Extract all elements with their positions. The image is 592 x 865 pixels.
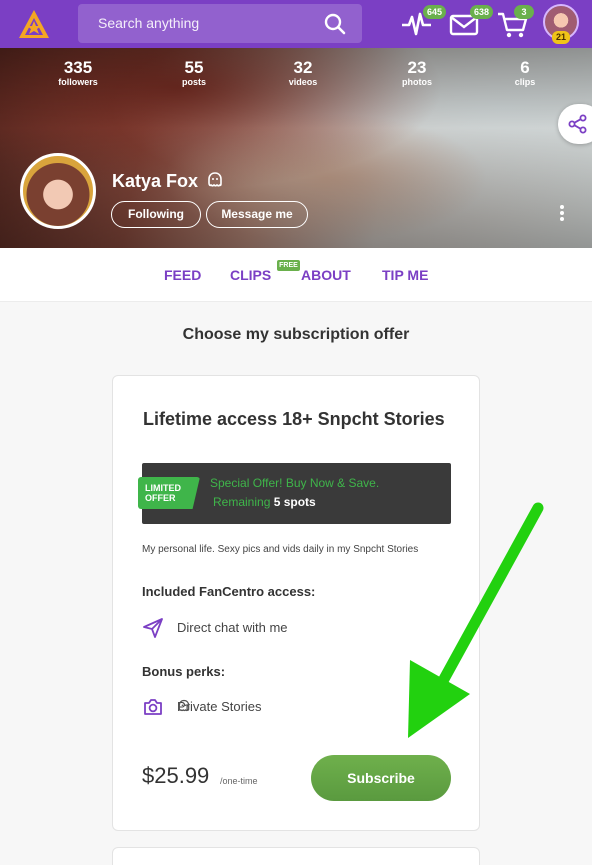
stat-label: photos	[402, 77, 432, 87]
next-offer-card	[112, 847, 480, 865]
fancentro-logo-icon[interactable]	[18, 9, 50, 39]
section-title: Choose my subscription offer	[182, 326, 410, 343]
notifications-badge: 645	[423, 5, 447, 19]
stat-posts[interactable]: 55 posts	[159, 58, 229, 87]
bonus-item-label: Private Stories	[177, 699, 262, 714]
profile-name: Katya Fox	[112, 171, 199, 191]
bonus-heading: Bonus perks:	[142, 664, 226, 679]
more-options-icon[interactable]	[556, 205, 568, 225]
remaining-spots: Remaining 5 spots	[213, 495, 316, 509]
tab-feed[interactable]: FEED	[164, 267, 201, 283]
messages-badge: 638	[470, 5, 494, 19]
top-bar: Search anything 645 638 3 21	[0, 0, 592, 48]
offer-description: My personal life. Sexy pics and vids dai…	[142, 544, 419, 555]
ghost-icon	[208, 172, 222, 187]
stat-number: 335	[63, 58, 93, 77]
search-bar[interactable]: Search anything	[78, 4, 362, 43]
remaining-count: 5 spots	[273, 495, 316, 509]
profile-name-row: Katya Fox	[112, 171, 224, 192]
message-me-button[interactable]: Message me	[206, 201, 308, 228]
stat-photos[interactable]: 23 photos	[382, 58, 452, 87]
annotation-arrow-icon	[408, 502, 544, 738]
stat-label: posts	[181, 77, 206, 87]
stat-clips[interactable]: 6 clips	[490, 58, 560, 87]
price: $25.99	[142, 763, 210, 788]
share-icon	[568, 114, 587, 134]
price-unit: /one-time	[220, 776, 258, 786]
free-badge: FREE	[277, 260, 300, 271]
following-button[interactable]: Following	[111, 201, 201, 228]
stat-label: followers	[58, 77, 98, 87]
ghost-icon	[178, 699, 190, 712]
profile-cover: 335 followers 55 posts 32 videos 23 phot…	[0, 48, 592, 248]
stat-number: 23	[407, 58, 427, 77]
stat-number: 55	[184, 58, 204, 77]
included-heading: Included FanCentro access:	[142, 584, 316, 599]
user-level-badge: 21	[552, 31, 570, 44]
stat-number: 32	[293, 58, 313, 77]
cart-badge: 3	[514, 5, 534, 19]
user-avatar[interactable]: 21	[543, 4, 579, 44]
search-input[interactable]: Search anything	[98, 15, 199, 31]
offer-label: OFFER	[145, 493, 176, 503]
remaining-prefix: Remaining	[213, 495, 271, 509]
tab-clips[interactable]: CLIPS	[230, 267, 271, 283]
search-icon[interactable]	[324, 13, 346, 35]
special-offer-text: Special Offer! Buy Now & Save.	[210, 476, 380, 490]
tab-tip-me[interactable]: TIP ME	[382, 267, 428, 283]
stat-number: 6	[520, 58, 530, 77]
profile-avatar[interactable]	[20, 153, 96, 229]
stat-followers[interactable]: 335 followers	[43, 58, 113, 87]
subscribe-button[interactable]: Subscribe	[311, 755, 451, 801]
camera-icon	[144, 699, 162, 715]
included-item-label: Direct chat with me	[177, 620, 288, 635]
limited-label: LIMITED	[145, 483, 181, 493]
limited-offer-tag: LIMITED OFFER	[138, 477, 200, 509]
stat-videos[interactable]: 32 videos	[268, 58, 338, 87]
stat-label: clips	[514, 77, 536, 87]
tab-about[interactable]: ABOUT	[301, 267, 351, 283]
stat-label: videos	[288, 77, 318, 87]
share-button[interactable]	[558, 104, 592, 144]
offer-title: Lifetime access 18+ Snpcht Stories	[143, 409, 445, 429]
profile-tabs: FEED CLIPS FREE ABOUT TIP ME	[0, 248, 592, 302]
send-icon	[143, 618, 163, 638]
